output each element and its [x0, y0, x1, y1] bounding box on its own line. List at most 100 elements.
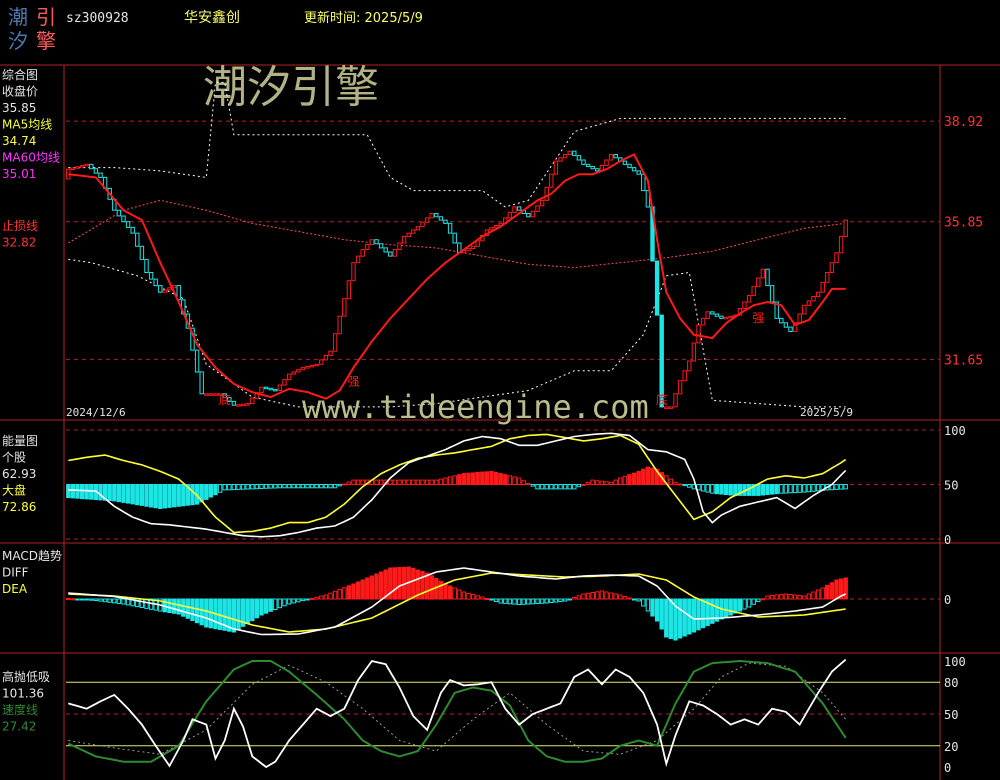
- candle: [98, 172, 103, 179]
- macd-panel-label: MACD趋势: [2, 549, 62, 563]
- macd-bar: [654, 598, 660, 622]
- signal-marker: 强: [752, 311, 764, 325]
- osc-y-tick-label: 100: [944, 655, 966, 669]
- candle: [167, 287, 172, 291]
- macd-bar: [756, 598, 761, 602]
- macd-bar: [829, 582, 835, 600]
- energy-bar: [562, 484, 568, 490]
- macd-bar: [171, 598, 177, 614]
- energy-bar: [176, 484, 181, 507]
- macd-bar: [121, 598, 126, 605]
- candle: [558, 157, 563, 162]
- candle: [337, 315, 342, 335]
- macd-bar: [355, 581, 361, 600]
- osc-panel-label: 高抛低吸: [2, 669, 50, 684]
- macd-bar: [475, 595, 480, 600]
- energy-bar: [190, 484, 195, 506]
- macd-bar: [397, 567, 402, 600]
- energy-bar: [631, 472, 637, 486]
- main-y-tick-label: 35.85: [944, 216, 983, 231]
- energy-bar: [337, 484, 342, 487]
- energy-bar: [792, 484, 798, 494]
- candle: [245, 403, 250, 406]
- candle: [236, 404, 241, 407]
- macd-bar: [783, 593, 789, 600]
- macd-bar: [305, 598, 310, 601]
- energy-bar: [700, 484, 706, 492]
- osc-y-tick-label: 80: [944, 676, 958, 690]
- energy-bar: [668, 478, 674, 486]
- energy-bar: [438, 478, 444, 486]
- macd-bar: [498, 598, 503, 604]
- candle: [135, 232, 140, 247]
- energy-bar: [401, 479, 407, 486]
- macd-bar: [797, 595, 802, 600]
- energy-bar: [415, 479, 421, 486]
- energy-panel-label: 62.93: [2, 467, 36, 481]
- energy-bar: [512, 476, 517, 485]
- macd-bar: [296, 598, 301, 603]
- macd-bar: [512, 598, 517, 605]
- main-panel-label: 35.01: [2, 167, 36, 181]
- macd-bar: [585, 592, 591, 600]
- date-start-label: 2024/12/6: [66, 406, 126, 419]
- candle: [825, 272, 830, 283]
- macd-bar: [309, 597, 315, 600]
- macd-bar: [489, 598, 494, 601]
- candle: [162, 289, 168, 293]
- main-panel-label: MA60均线: [2, 151, 60, 165]
- macd-bar: [696, 598, 701, 631]
- candle: [723, 316, 729, 320]
- candle: [84, 163, 89, 167]
- candle: [544, 186, 549, 201]
- candle: [411, 229, 416, 234]
- candle: [447, 222, 453, 234]
- macd-bar: [236, 598, 241, 630]
- energy-bar: [107, 484, 112, 501]
- energy-bar: [815, 484, 821, 492]
- date-end-label: 2025/5/9: [800, 406, 853, 419]
- candle: [277, 384, 283, 391]
- macd-bar: [558, 598, 563, 602]
- candle: [760, 268, 766, 279]
- candle: [158, 285, 163, 293]
- energy-bar: [263, 484, 269, 489]
- macd-bar: [659, 598, 664, 630]
- candle: [677, 380, 683, 395]
- candle: [636, 170, 641, 175]
- candle: [291, 371, 296, 375]
- energy-bar: [461, 473, 467, 486]
- energy-bar: [231, 484, 237, 491]
- candle: [70, 167, 76, 170]
- macd-bar: [337, 589, 342, 600]
- candle: [144, 258, 149, 273]
- energy-panel-label: 大盘: [2, 483, 26, 498]
- osc-y-tick-label: 0: [944, 761, 951, 775]
- candle: [539, 199, 545, 207]
- candle: [811, 296, 816, 302]
- energy-bar: [148, 484, 154, 508]
- macd-y-tick-label: 0: [944, 593, 951, 607]
- energy-bar: [236, 484, 241, 490]
- macd-bar: [167, 598, 172, 613]
- energy-bar: [296, 484, 301, 489]
- macd-bar: [369, 575, 375, 600]
- macd-bar: [411, 568, 416, 600]
- macd-bar: [457, 589, 462, 600]
- energy-bar: [723, 484, 729, 495]
- energy-bar: [406, 479, 411, 486]
- candle: [319, 359, 324, 365]
- energy-bar: [204, 484, 209, 500]
- energy-bar: [355, 479, 361, 486]
- energy-bar: [392, 479, 398, 486]
- macd-bar: [650, 598, 655, 617]
- energy-bar: [167, 484, 172, 508]
- candle: [259, 386, 264, 394]
- energy-bar: [70, 484, 76, 499]
- candle: [360, 249, 365, 257]
- energy-bar: [217, 484, 223, 493]
- energy-bar: [521, 480, 526, 486]
- energy-bar: [84, 484, 89, 500]
- macd-bar: [535, 598, 540, 604]
- macd-bar: [112, 598, 117, 604]
